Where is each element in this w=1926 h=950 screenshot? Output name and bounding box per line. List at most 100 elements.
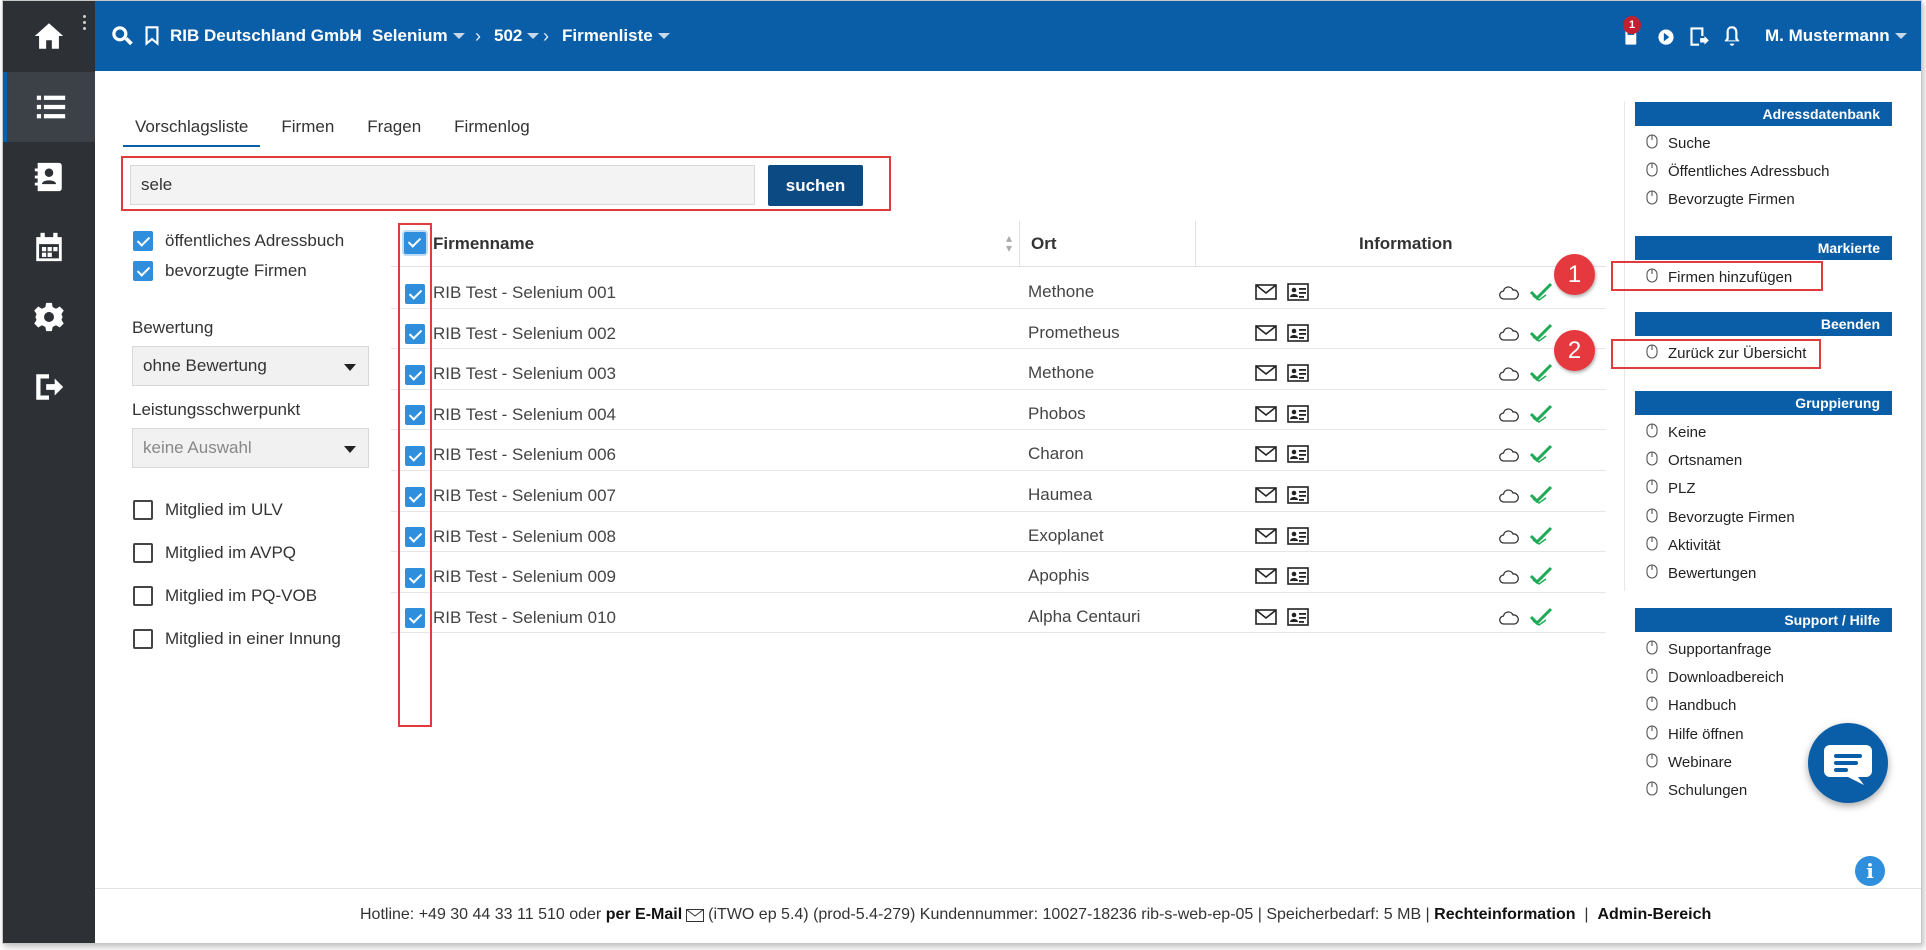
contact-card-icon[interactable] bbox=[1287, 323, 1309, 342]
table-row[interactable]: RIB Test - Selenium 001 Methone bbox=[391, 268, 1606, 309]
filter-preferred-companies[interactable]: bevorzugte Firmen bbox=[133, 261, 307, 281]
rail-menu-dots[interactable] bbox=[83, 15, 87, 33]
cloud-icon[interactable] bbox=[1499, 448, 1519, 463]
filter-public-addressbook[interactable]: öffentliches Adressbuch bbox=[133, 231, 344, 251]
sidebar-item[interactable]: Bevorzugte Firmen bbox=[1646, 190, 1795, 209]
filter-avpq[interactable]: Mitglied im AVPQ bbox=[133, 543, 296, 563]
checkbox[interactable] bbox=[133, 629, 153, 649]
cloud-icon[interactable] bbox=[1499, 611, 1519, 625]
mail-icon[interactable] bbox=[1255, 568, 1277, 584]
checkbox[interactable] bbox=[133, 586, 153, 606]
sidebar-item[interactable]: Webinare bbox=[1646, 753, 1732, 772]
table-row[interactable]: RIB Test - Selenium 006 Charon bbox=[391, 430, 1606, 471]
company-name[interactable]: RIB Test - Selenium 006 bbox=[433, 445, 616, 465]
user-menu[interactable]: M. Mustermann bbox=[1765, 1, 1907, 71]
sidebar-item[interactable]: Supportanfrage bbox=[1646, 640, 1771, 659]
breadcrumb-project[interactable]: Selenium bbox=[372, 1, 465, 71]
table-row[interactable]: RIB Test - Selenium 003 Methone bbox=[391, 349, 1606, 390]
sidebar-item[interactable]: Schulungen bbox=[1646, 781, 1747, 800]
checkbox[interactable] bbox=[133, 231, 153, 251]
contact-card-icon[interactable] bbox=[1287, 445, 1309, 464]
sidebar-item[interactable]: Handbuch bbox=[1646, 696, 1736, 715]
list-nav[interactable] bbox=[3, 72, 95, 142]
breadcrumb-lot[interactable]: 502 bbox=[494, 1, 540, 71]
column-ort[interactable]: Ort bbox=[1031, 234, 1057, 254]
company-name[interactable]: RIB Test - Selenium 008 bbox=[433, 527, 616, 547]
company-name[interactable]: RIB Test - Selenium 010 bbox=[433, 608, 616, 628]
contact-card-icon[interactable] bbox=[1287, 364, 1309, 382]
breadcrumb-company[interactable]: RIB Deutschland GmbH bbox=[170, 1, 362, 71]
mail-icon[interactable] bbox=[1255, 527, 1277, 544]
mail-icon[interactable] bbox=[1255, 446, 1277, 463]
table-row[interactable]: RIB Test - Selenium 007 Haumea bbox=[391, 471, 1606, 512]
checkbox[interactable] bbox=[133, 543, 153, 563]
calendar-export-icon[interactable] bbox=[1685, 23, 1711, 49]
sidebar-item[interactable]: Downloadbereich bbox=[1646, 668, 1784, 687]
mail-icon[interactable] bbox=[1255, 324, 1277, 341]
bookmark-icon[interactable] bbox=[139, 23, 165, 49]
mail-icon[interactable] bbox=[1255, 405, 1277, 422]
sidebar-item[interactable]: Ortsnamen bbox=[1646, 451, 1742, 470]
company-name[interactable]: RIB Test - Selenium 001 bbox=[433, 283, 616, 303]
search-icon[interactable] bbox=[109, 23, 135, 49]
sidebar-item[interactable]: Aktivität bbox=[1646, 536, 1721, 555]
filter-innung[interactable]: Mitglied in einer Innung bbox=[133, 629, 341, 649]
mail-icon[interactable] bbox=[1255, 487, 1277, 503]
sidebar-item[interactable]: Öffentliches Adressbuch bbox=[1646, 162, 1829, 181]
cloud-icon[interactable] bbox=[1499, 286, 1519, 300]
filter-ulv[interactable]: Mitglied im ULV bbox=[133, 500, 283, 520]
checkbox[interactable] bbox=[133, 261, 153, 281]
forward-icon[interactable] bbox=[1653, 23, 1679, 49]
footer-admin-link[interactable]: Admin-Bereich bbox=[1597, 906, 1711, 924]
sort-icon[interactable]: ▴ ▾ bbox=[1006, 232, 1012, 254]
tab-firmen[interactable]: Firmen bbox=[269, 111, 346, 147]
search-button[interactable]: suchen bbox=[768, 165, 863, 206]
search-input[interactable] bbox=[130, 165, 755, 205]
sidebar-item[interactable]: Hilfe öffnen bbox=[1646, 725, 1744, 744]
checkbox[interactable] bbox=[133, 500, 153, 520]
breadcrumb-page[interactable]: Firmenliste bbox=[562, 1, 670, 71]
table-row[interactable]: RIB Test - Selenium 010 Alpha Centauri bbox=[391, 593, 1606, 634]
sidebar-item[interactable]: Keine bbox=[1646, 423, 1706, 442]
cloud-icon[interactable] bbox=[1499, 529, 1519, 544]
home-nav[interactable] bbox=[3, 1, 95, 71]
table-row[interactable]: RIB Test - Selenium 002 Prometheus bbox=[391, 309, 1606, 350]
calendar-nav[interactable] bbox=[3, 212, 95, 282]
cloud-icon[interactable] bbox=[1499, 408, 1519, 422]
contact-card-icon[interactable] bbox=[1287, 486, 1309, 504]
company-name[interactable]: RIB Test - Selenium 004 bbox=[433, 405, 616, 425]
mail-icon[interactable] bbox=[1255, 365, 1277, 381]
mail-icon[interactable] bbox=[1255, 608, 1277, 625]
contacts-nav[interactable] bbox=[3, 142, 95, 212]
contact-card-icon[interactable] bbox=[1287, 567, 1309, 585]
tab-vorschlagsliste[interactable]: Vorschlagsliste bbox=[123, 111, 261, 147]
sidebar-item[interactable]: Bewertungen bbox=[1646, 564, 1756, 583]
mail-icon[interactable] bbox=[1255, 284, 1277, 300]
table-row[interactable]: RIB Test - Selenium 004 Phobos bbox=[391, 390, 1606, 431]
cloud-icon[interactable] bbox=[1499, 570, 1519, 584]
tab-firmenlog[interactable]: Firmenlog bbox=[442, 111, 542, 147]
cloud-icon[interactable] bbox=[1499, 367, 1519, 381]
company-name[interactable]: RIB Test - Selenium 003 bbox=[433, 364, 616, 384]
company-name[interactable]: RIB Test - Selenium 007 bbox=[433, 486, 616, 506]
logout-nav[interactable] bbox=[3, 352, 95, 422]
sidebar-item[interactable]: Suche bbox=[1646, 134, 1711, 153]
contact-card-icon[interactable] bbox=[1287, 283, 1309, 301]
contact-card-icon[interactable] bbox=[1287, 607, 1309, 626]
table-row[interactable]: RIB Test - Selenium 008 Exoplanet bbox=[391, 512, 1606, 553]
company-name[interactable]: RIB Test - Selenium 009 bbox=[433, 567, 616, 587]
cloud-icon[interactable] bbox=[1499, 326, 1519, 341]
contact-card-icon[interactable] bbox=[1287, 526, 1309, 545]
sidebar-item[interactable]: PLZ bbox=[1646, 479, 1696, 498]
contact-card-icon[interactable] bbox=[1287, 404, 1309, 423]
filter-pq-vob[interactable]: Mitglied im PQ-VOB bbox=[133, 586, 317, 606]
table-row[interactable]: RIB Test - Selenium 009 Apophis bbox=[391, 552, 1606, 593]
cloud-icon[interactable] bbox=[1499, 489, 1519, 503]
settings-nav[interactable] bbox=[3, 282, 95, 352]
info-icon[interactable]: i bbox=[1855, 856, 1885, 886]
footer-email-link[interactable]: per E-Mail bbox=[606, 906, 682, 924]
leistung-select[interactable]: keine Auswahl bbox=[132, 428, 369, 468]
bell-icon[interactable] bbox=[1719, 23, 1745, 49]
footer-rechteinformation-link[interactable]: Rechteinformation bbox=[1434, 906, 1575, 924]
company-name[interactable]: RIB Test - Selenium 002 bbox=[433, 324, 616, 344]
